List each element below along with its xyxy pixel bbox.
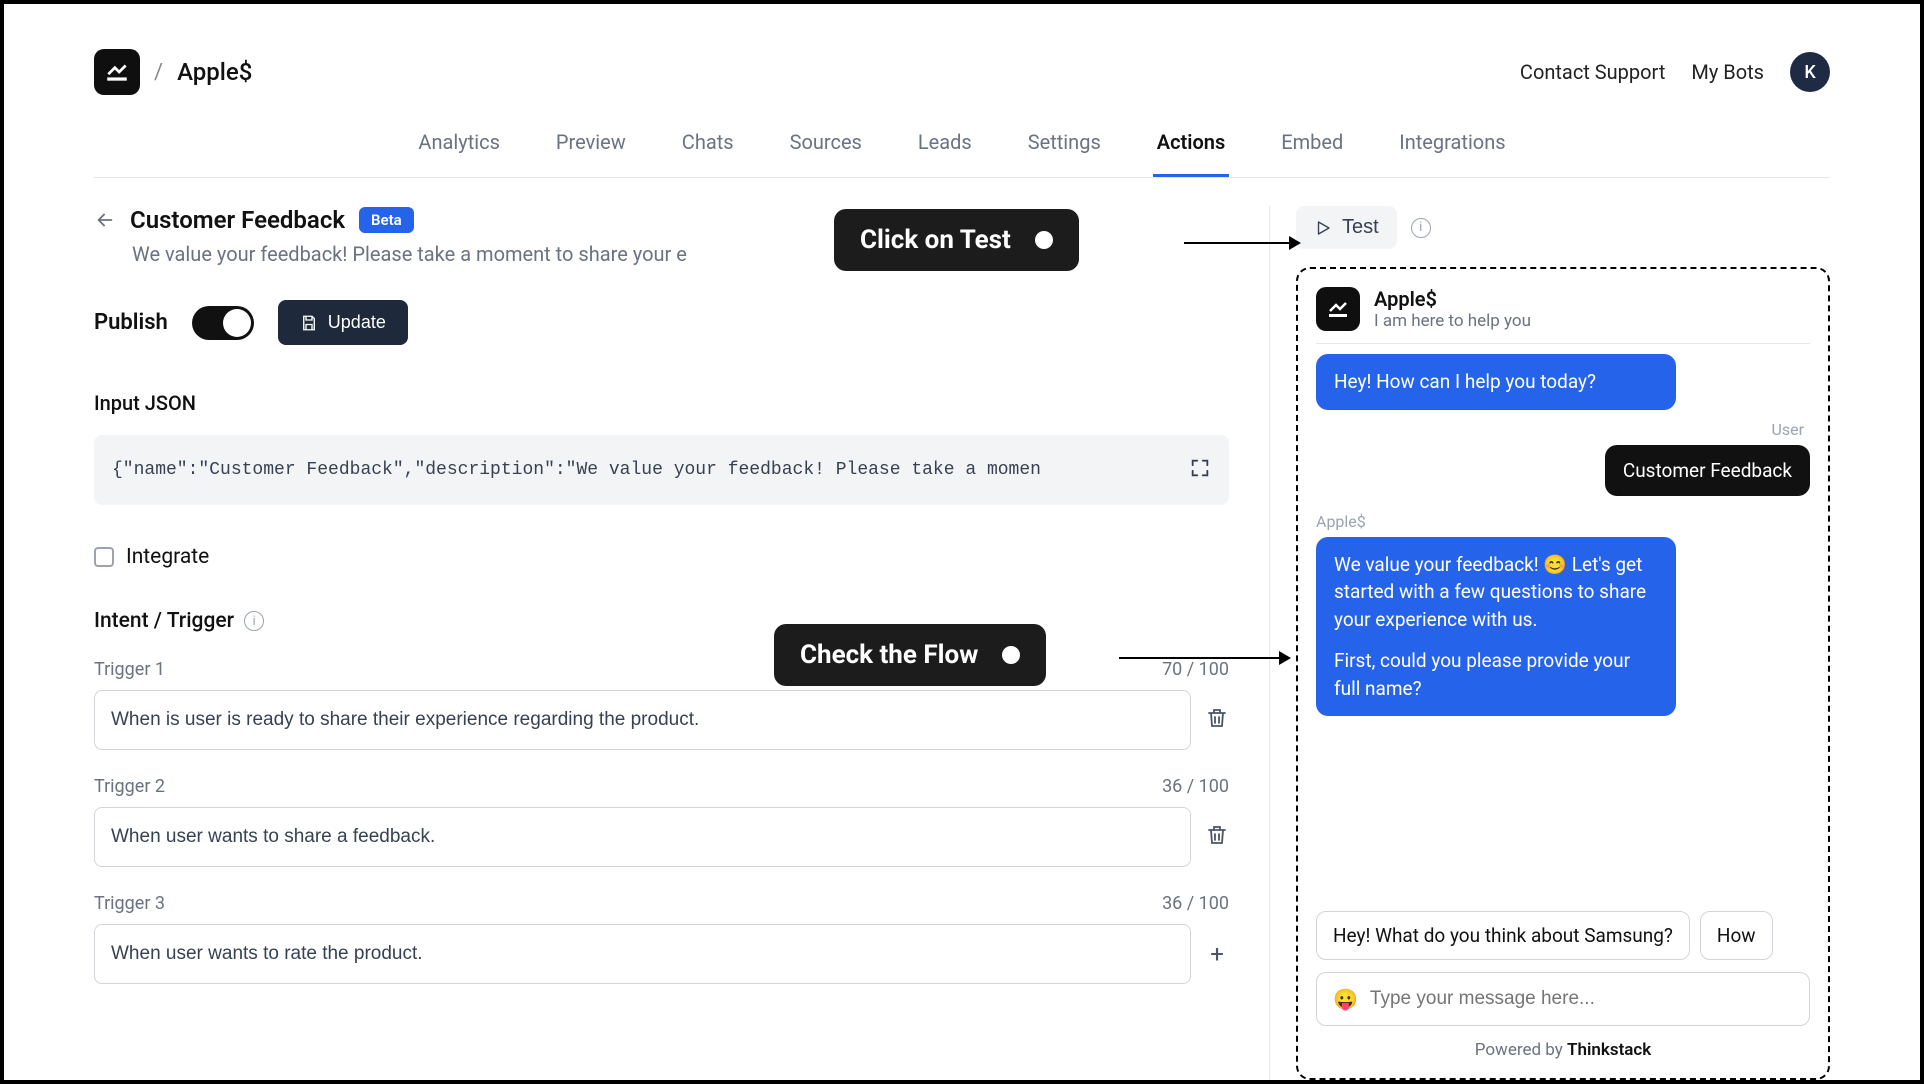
bot-message-2-text: First, could you please provide your ful…: [1334, 647, 1658, 702]
action-title: Customer Feedback: [130, 206, 345, 234]
my-bots-link[interactable]: My Bots: [1691, 60, 1764, 84]
app-logo[interactable]: [94, 49, 140, 95]
trigger-1-count: 70 / 100: [1162, 659, 1229, 680]
trash-icon[interactable]: [1205, 823, 1229, 851]
expand-icon[interactable]: [1189, 457, 1211, 483]
chat-body: Hey! How can I help you today? User Cust…: [1316, 344, 1810, 899]
user-message: Customer Feedback: [1605, 445, 1810, 496]
breadcrumb-separator: /: [154, 60, 163, 85]
bot-message-1-text: We value your feedback! 😊 Let's get star…: [1334, 551, 1658, 634]
trigger-3-label: Trigger 3: [94, 893, 165, 914]
chat-input-row[interactable]: 😛: [1316, 972, 1810, 1026]
topbar-right: Contact Support My Bots K: [1520, 52, 1830, 92]
trigger-2-input[interactable]: [94, 807, 1191, 867]
tab-sources[interactable]: Sources: [786, 130, 866, 177]
tab-analytics[interactable]: Analytics: [414, 130, 504, 177]
suggestion-chip-1[interactable]: Hey! What do you think about Samsung?: [1316, 911, 1690, 960]
tab-leads[interactable]: Leads: [914, 130, 976, 177]
back-arrow-icon[interactable]: [94, 209, 116, 231]
chat-subtitle: I am here to help you: [1374, 311, 1531, 331]
powered-prefix: Powered by: [1475, 1040, 1567, 1060]
test-button[interactable]: Test: [1296, 206, 1397, 249]
trigger-3-input[interactable]: [94, 924, 1191, 984]
arrow-line-test: [1184, 242, 1299, 244]
contact-support-link[interactable]: Contact Support: [1520, 60, 1665, 84]
tab-chats[interactable]: Chats: [678, 130, 738, 177]
trigger-2-block: Trigger 2 36 / 100: [94, 776, 1229, 867]
trigger-3-block: Trigger 3 36 / 100 +: [94, 893, 1229, 984]
input-json-box[interactable]: {"name":"Customer Feedback","description…: [94, 435, 1229, 505]
chat-title: Apple$: [1374, 287, 1531, 311]
publish-label: Publish: [94, 310, 168, 335]
bot-message-1: We value your feedback! 😊 Let's get star…: [1316, 537, 1676, 717]
publish-toggle[interactable]: [192, 306, 254, 340]
input-json-text: {"name":"Customer Feedback","description…: [112, 460, 1177, 480]
trigger-1-input[interactable]: [94, 690, 1191, 750]
topbar: / Apple$ Contact Support My Bots K: [94, 44, 1830, 100]
trigger-2-label: Trigger 2: [94, 776, 165, 797]
suggestion-row: Hey! What do you think about Samsung? Ho…: [1316, 911, 1810, 960]
callout-dot: [1002, 646, 1020, 664]
integrate-checkbox[interactable]: [94, 547, 114, 567]
tab-preview[interactable]: Preview: [552, 130, 630, 177]
bot-greeting: Hey! How can I help you today?: [1316, 354, 1676, 410]
chat-panel: Apple$ I am here to help you Hey! How ca…: [1296, 267, 1830, 1080]
info-icon[interactable]: i: [1411, 218, 1431, 238]
topbar-left: / Apple$: [94, 49, 252, 95]
trigger-3-count: 36 / 100: [1162, 893, 1229, 914]
bot-label: Apple$: [1316, 512, 1810, 531]
input-json-label: Input JSON: [94, 391, 1229, 415]
save-icon: [300, 314, 318, 332]
tab-actions[interactable]: Actions: [1153, 130, 1229, 177]
right-head: Test i: [1296, 206, 1830, 249]
right-panel: Test i Apple$ I am here to help you Hey!…: [1270, 206, 1830, 1080]
chat-logo: [1316, 287, 1360, 331]
arrow-line-flow: [1119, 657, 1289, 659]
play-icon: [1314, 219, 1332, 237]
trigger-1-block: Trigger 1 70 / 100: [94, 659, 1229, 750]
user-avatar[interactable]: K: [1790, 52, 1830, 92]
trigger-2-count: 36 / 100: [1162, 776, 1229, 797]
trash-icon[interactable]: [1205, 706, 1229, 734]
tab-integrations[interactable]: Integrations: [1395, 130, 1509, 177]
test-button-label: Test: [1342, 216, 1379, 239]
chat-input[interactable]: [1370, 988, 1793, 1010]
intent-row: Intent / Trigger i: [94, 609, 1229, 633]
chat-header: Apple$ I am here to help you: [1316, 287, 1810, 344]
integrate-label: Integrate: [126, 545, 209, 569]
left-panel: Customer Feedback Beta We value your fee…: [94, 206, 1270, 1080]
update-button-label: Update: [328, 312, 386, 333]
intent-label: Intent / Trigger: [94, 609, 234, 633]
tab-settings[interactable]: Settings: [1024, 130, 1105, 177]
suggestion-chip-2[interactable]: How: [1700, 911, 1773, 960]
main-tabs: Analytics Preview Chats Sources Leads Se…: [94, 130, 1830, 178]
callout-flow-label: Check the Flow: [800, 640, 978, 670]
info-icon[interactable]: i: [244, 611, 264, 631]
update-button[interactable]: Update: [278, 300, 408, 345]
integrate-row: Integrate: [94, 545, 1229, 569]
callout-test: Click on Test: [834, 209, 1079, 271]
emoji-icon[interactable]: 😛: [1333, 987, 1358, 1011]
tab-embed[interactable]: Embed: [1277, 130, 1347, 177]
beta-badge: Beta: [359, 207, 414, 233]
powered-brand: Thinkstack: [1567, 1040, 1651, 1060]
callout-test-label: Click on Test: [860, 225, 1011, 255]
callout-flow: Check the Flow: [774, 624, 1046, 686]
publish-row: Publish Update: [94, 300, 1229, 345]
trigger-1-label: Trigger 1: [94, 659, 165, 680]
powered-by: Powered by Thinkstack: [1316, 1040, 1810, 1060]
callout-dot: [1035, 231, 1053, 249]
user-label: User: [1316, 420, 1810, 439]
add-trigger-icon[interactable]: +: [1205, 940, 1229, 968]
workspace-name[interactable]: Apple$: [177, 58, 252, 86]
